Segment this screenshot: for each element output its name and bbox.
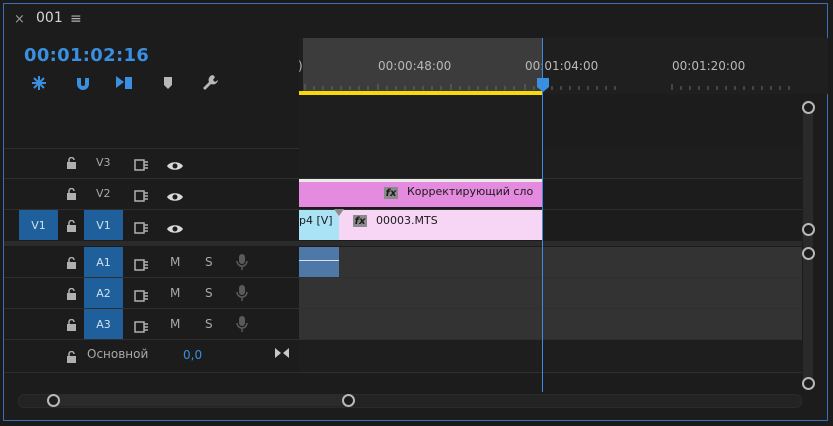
lock-icon[interactable] [66,218,77,237]
track-header-a3: A3 M S [4,309,299,339]
zoom-handle-left-icon[interactable] [47,394,60,407]
panel-menu-icon[interactable]: ≡ [70,11,82,27]
timeline-empty-area [299,95,543,148]
ruler-label: ) [298,59,303,73]
lock-icon[interactable] [66,317,77,336]
source-patch-v1[interactable]: V1 [19,210,58,240]
track-header-master: Основной 0,0 [4,340,299,372]
track-header-v3: V3 [4,148,299,178]
sync-lock-icon[interactable] [134,318,149,337]
track-v3-lane[interactable] [299,148,802,178]
scroll-handle-icon[interactable] [802,101,815,114]
go-to-edit-point-icon[interactable] [274,344,290,363]
audio-clip[interactable] [299,247,339,277]
clip-name: Корректирующий сло [407,185,534,198]
transition-marker-icon [334,209,344,216]
track-label[interactable]: V3 [96,156,111,169]
video-clip[interactable]: fx 00003.MTS [339,210,543,240]
track-a3-lane[interactable] [299,309,802,339]
close-panel-button[interactable]: × [14,12,25,27]
eye-icon[interactable] [166,188,184,207]
solo-button[interactable]: S [205,317,213,331]
fx-badge-icon: fx [353,215,367,227]
mute-button[interactable]: M [170,317,180,331]
video-audio-divider[interactable] [4,241,802,246]
track-a2-lane[interactable] [299,278,802,308]
audio-vertical-scrollbar[interactable] [803,250,813,386]
master-track-label: Основной [87,347,149,361]
solo-button[interactable]: S [205,286,213,300]
master-volume-value[interactable]: 0,0 [183,348,202,362]
scroll-handle-icon[interactable] [802,223,815,236]
ruler-ticks [304,84,790,90]
mute-button[interactable]: M [170,255,180,269]
sync-lock-icon[interactable] [134,256,149,275]
add-marker-icon[interactable] [157,72,179,94]
eye-icon[interactable] [166,220,184,239]
track-target-a2[interactable]: A2 [84,278,123,308]
track-label[interactable]: V2 [96,187,111,200]
sequence-tab-title[interactable]: 001 [36,10,63,26]
track-header-a1: A1 M S [4,247,299,277]
mute-button[interactable]: M [170,286,180,300]
track-a1-lane[interactable] [299,247,802,277]
playhead-handle[interactable] [536,77,550,93]
sync-lock-icon[interactable] [134,187,149,206]
track-target-a3[interactable]: A3 [84,309,123,339]
microphone-icon[interactable] [236,284,248,306]
ruler-label: 00:00:48:00 [378,59,452,73]
track-master-lane[interactable] [299,340,802,372]
wrench-settings-icon[interactable] [199,72,221,94]
snap-magnet-icon[interactable] [72,72,94,94]
microphone-icon[interactable] [236,315,248,337]
ruler-label: 00:01:04:00 [525,59,599,73]
lock-icon[interactable] [66,186,77,205]
linked-selection-icon[interactable] [113,72,135,94]
eye-icon[interactable] [166,157,184,176]
solo-button[interactable]: S [205,255,213,269]
track-header-a2: A2 M S [4,278,299,308]
lock-icon[interactable] [66,255,77,274]
audio-waveform [299,260,339,261]
adjustment-layer-clip[interactable]: fx Корректирующий сло [299,179,543,207]
scrollbar-thumb[interactable] [50,394,350,406]
lock-icon[interactable] [66,286,77,305]
sync-lock-icon[interactable] [134,287,149,306]
scroll-handle-icon[interactable] [802,247,815,260]
track-target-v1[interactable]: V1 [84,210,123,240]
nest-sequence-icon[interactable] [28,72,50,94]
clip-name: 00003.MTS [376,214,438,227]
sync-lock-icon[interactable] [134,156,149,175]
lock-icon[interactable] [66,155,77,174]
track-header-v2: V2 [4,179,299,209]
microphone-icon[interactable] [236,253,248,275]
sync-lock-icon[interactable] [134,219,149,238]
ruler-label: 00:01:20:00 [672,59,746,73]
scroll-handle-icon[interactable] [802,377,815,390]
track-header-v1: V1 V1 [4,210,299,240]
playhead-timecode[interactable]: 00:01:02:16 [24,45,149,66]
playhead-line[interactable] [542,38,543,392]
fx-badge-icon: fx [384,187,398,199]
lock-icon[interactable] [66,349,77,368]
track-divider [4,372,802,373]
zoom-handle-right-icon[interactable] [342,394,355,407]
clip-name: p4 [V] [299,214,333,227]
track-target-a1[interactable]: A1 [84,247,123,277]
